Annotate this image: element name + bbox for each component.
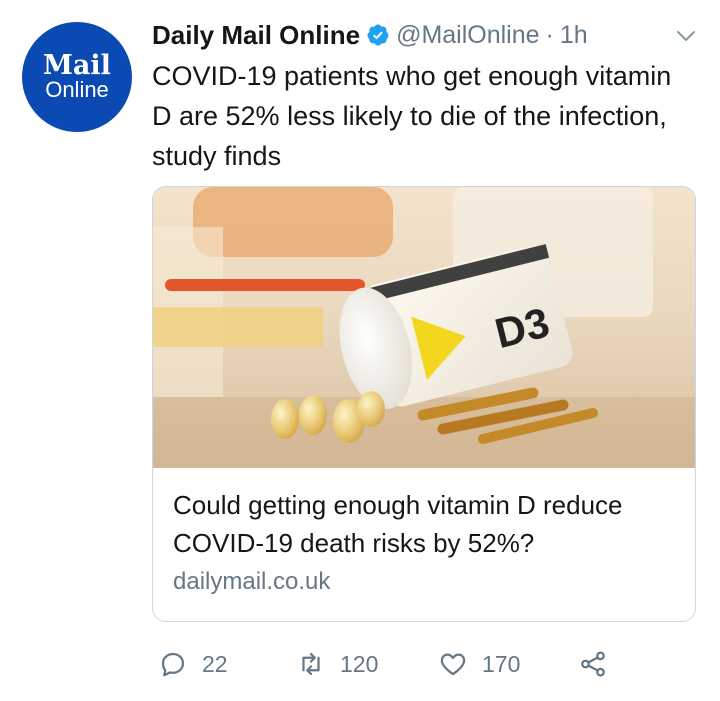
- avatar-online-text: Online: [45, 77, 109, 102]
- heart-icon: [440, 653, 466, 676]
- card-body: Could getting enough vitamin D reduce CO…: [153, 468, 695, 600]
- retweet-button[interactable]: 120: [296, 649, 378, 679]
- card-title: Could getting enough vitamin D reduce CO…: [173, 490, 623, 558]
- avatar[interactable]: Mail Online: [22, 22, 132, 132]
- like-button[interactable]: 170: [438, 649, 520, 679]
- tweet-actions: 22 120 170: [152, 644, 700, 684]
- retweet-count: 120: [340, 650, 379, 677]
- display-name[interactable]: Daily Mail Online: [152, 20, 360, 51]
- header-separator: ·: [545, 20, 554, 49]
- avatar-mail-text: Mail: [43, 50, 111, 81]
- link-card[interactable]: D3 Could getting enough vitamin D reduce…: [152, 186, 696, 622]
- tweet-timestamp[interactable]: 1h: [560, 21, 588, 50]
- reply-button[interactable]: 22: [158, 649, 228, 679]
- tweet-content: Daily Mail Online @MailOnline · 1h COVID…: [152, 16, 700, 677]
- reply-icon: [161, 652, 185, 677]
- account-handle[interactable]: @MailOnline: [396, 21, 539, 50]
- like-count: 170: [482, 650, 521, 677]
- verified-badge-icon: [366, 23, 390, 47]
- retweet-icon: [302, 652, 320, 676]
- tweet-header: Daily Mail Online @MailOnline · 1h: [152, 16, 700, 54]
- card-image: D3: [153, 187, 695, 468]
- reply-count: 22: [202, 650, 228, 677]
- tweet-text: COVID-19 patients who get enough vitamin…: [152, 61, 672, 171]
- share-button[interactable]: [578, 649, 608, 679]
- card-domain: dailymail.co.uk: [173, 568, 331, 595]
- chevron-down-icon[interactable]: [674, 24, 698, 48]
- share-icon: [581, 651, 605, 677]
